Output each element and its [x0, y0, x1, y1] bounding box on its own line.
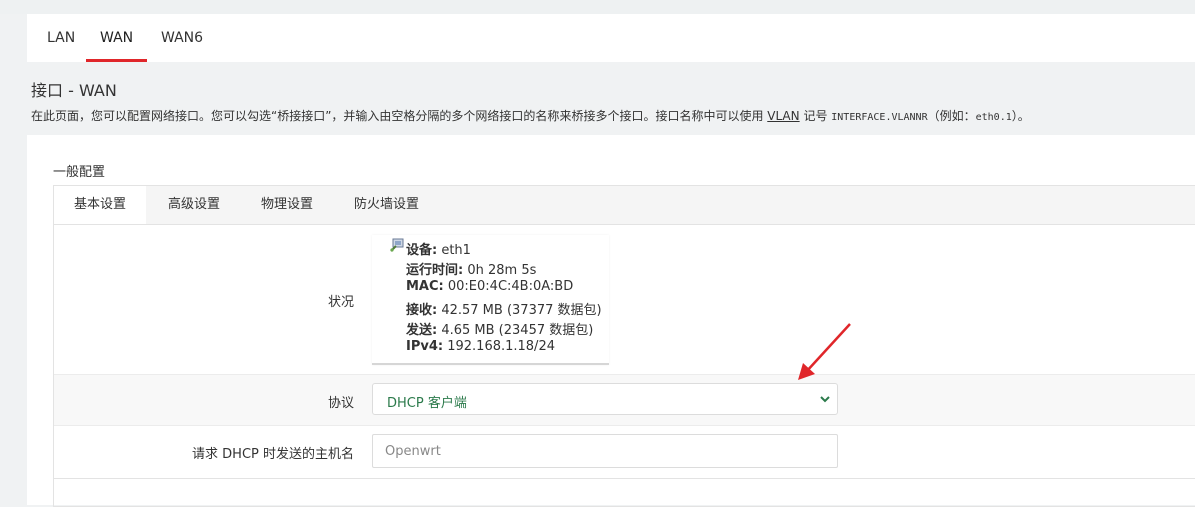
interface-tabs: LAN WAN WAN6	[27, 14, 1195, 62]
tab-lan[interactable]: LAN	[47, 14, 75, 62]
page-title: 接口 - WAN	[31, 81, 117, 100]
hostname-placeholder: Openwrt	[385, 444, 441, 459]
hostname-row: 请求 DHCP 时发送的主机名 Openwrt	[54, 426, 1195, 479]
status-ipv4: IPv4: 192.168.1.18/24	[406, 339, 555, 354]
protocol-selected-value: DHCP 客户端	[387, 396, 467, 411]
desc-text-3: （例如：	[927, 109, 976, 123]
status-card: 设备: eth1 运行时间: 0h 28m 5s MAC: 00:E0:4C:4…	[372, 235, 609, 365]
subtab-basic[interactable]: 基本设置	[54, 186, 147, 224]
red-arrow-annotation-icon	[798, 323, 851, 380]
tab-wan6[interactable]: WAN6	[161, 14, 203, 62]
status-device: 设备: eth1	[406, 243, 471, 258]
protocol-select[interactable]: DHCP 客户端	[372, 383, 838, 415]
subtab-advanced[interactable]: 高级设置	[148, 186, 240, 224]
subtab-physical[interactable]: 物理设置	[241, 186, 333, 224]
status-uptime: 运行时间: 0h 28m 5s	[406, 263, 537, 278]
top-strip	[0, 0, 1195, 14]
status-rx: 接收: 42.57 MB (37377 数据包)	[406, 303, 602, 318]
hostname-label: 请求 DHCP 时发送的主机名	[192, 447, 354, 462]
desc-text-1: 在此页面，您可以配置网络接口。您可以勾选“桥接接口”，并输入由空格分隔的多个网络…	[31, 109, 768, 123]
config-subtabs: 基本设置 高级设置 物理设置 防火墙设置	[54, 186, 1195, 225]
desc-code-1: INTERFACE.VLANNR	[831, 112, 928, 123]
hostname-input[interactable]: Openwrt	[372, 434, 838, 468]
desc-text-2: 记号	[799, 109, 832, 123]
config-panel: 一般配置 基本设置 高级设置 物理设置 防火墙设置 状况 设备: eth1 运行…	[27, 135, 1195, 507]
desc-code-2: eth0.1	[975, 112, 1012, 123]
page-description: 在此页面，您可以配置网络接口。您可以勾选“桥接接口”，并输入由空格分隔的多个网络…	[31, 107, 1030, 124]
desc-text-4: ）。	[1011, 109, 1030, 123]
tab-wan[interactable]: WAN	[85, 14, 148, 62]
status-row: 状况 设备: eth1 运行时间: 0h 28m 5s MAC: 00:E0:4…	[54, 225, 1195, 375]
subtab-firewall[interactable]: 防火墙设置	[334, 186, 439, 224]
vlan-link[interactable]: VLAN	[767, 109, 799, 123]
network-port-icon	[390, 238, 404, 252]
config-box: 基本设置 高级设置 物理设置 防火墙设置 状况 设备: eth1 运行时间: 0…	[53, 185, 1195, 507]
status-label: 状况	[327, 295, 354, 310]
section-title: 一般配置	[53, 165, 106, 180]
status-tx: 发送: 4.65 MB (23457 数据包)	[406, 323, 594, 338]
chevron-down-icon	[820, 396, 830, 403]
protocol-label: 协议	[327, 396, 354, 411]
status-mac: MAC: 00:E0:4C:4B:0A:BD	[406, 279, 574, 294]
protocol-row: 协议 DHCP 客户端	[54, 375, 1195, 426]
